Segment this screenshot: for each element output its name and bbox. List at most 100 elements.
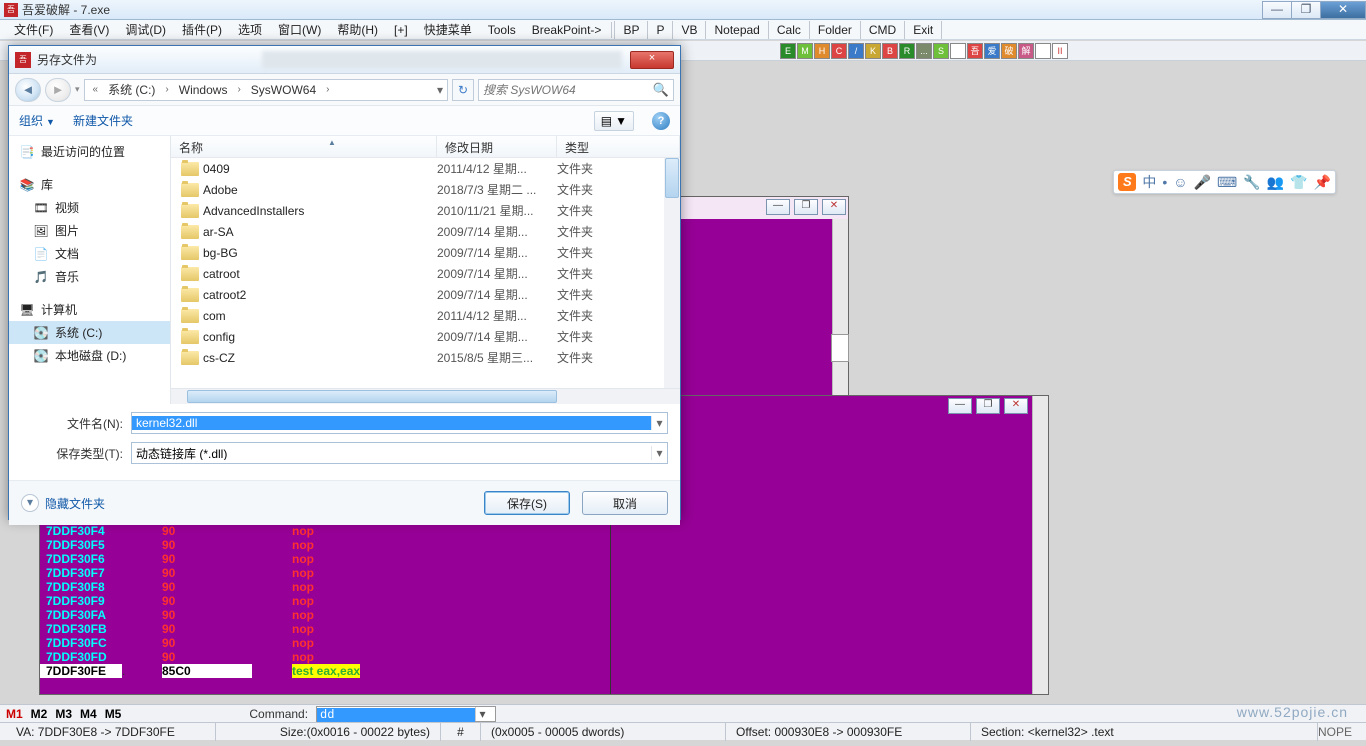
file-row[interactable]: Adobe2018/7/3 星期二 ...文件夹 [171,179,680,200]
sogou-icon[interactable]: S [1118,173,1136,191]
file-row[interactable]: config2009/7/14 星期...文件夹 [171,326,680,347]
file-list-hscrollbar[interactable] [171,388,680,404]
file-row[interactable]: com2011/4/12 星期...文件夹 [171,305,680,326]
menu-bp[interactable]: BP [614,21,648,39]
menu-plugin[interactable]: 插件(P) [174,19,230,40]
ime-toolbar[interactable]: S 中 • ☺ 🎤 ⌨ 🔧 👥 👕 📌 [1113,170,1336,194]
ime-pin-icon[interactable]: 📌 [1314,174,1331,191]
command-combo[interactable]: ▾ [316,706,496,722]
tb-icon-wu[interactable]: 吾 [967,43,983,59]
ime-emoji-icon[interactable]: ☺ [1173,174,1187,190]
dump-splitter[interactable] [831,334,849,362]
tree-item[interactable]: 📑最近访问的位置 [9,140,170,163]
nav-back-button[interactable]: ◄ [15,78,41,102]
menu-help[interactable]: 帮助(H) [329,19,386,40]
tb-icon-c[interactable]: C [831,43,847,59]
disasm-minimize-button[interactable]: — [948,398,972,414]
disasm-row[interactable]: 7DDF30F690nop [40,552,1048,566]
file-row[interactable]: 04092011/4/12 星期...文件夹 [171,158,680,179]
address-dropdown[interactable]: ▾ [437,83,443,97]
disasm-scrollbar[interactable] [1032,396,1048,694]
tb-icon-s[interactable]: S [933,43,949,59]
tb-icon-ai[interactable]: 爱 [984,43,1000,59]
chevron-right-icon[interactable]: › [233,84,244,95]
filename-dropdown[interactable]: ▾ [651,416,667,430]
organize-menu[interactable]: 组织▼ [19,112,55,129]
column-name[interactable]: 名称 [171,136,437,157]
file-row[interactable]: ar-SA2009/7/14 星期...文件夹 [171,221,680,242]
disasm-close-button[interactable]: ✕ [1004,398,1028,414]
tree-item[interactable]: 🖥计算机 [9,298,170,321]
command-input[interactable] [317,708,475,722]
disasm-row[interactable]: 7DDF30F790nop [40,566,1048,580]
help-button[interactable]: ? [652,112,670,130]
mark-m2[interactable]: M2 [31,707,48,721]
ime-skin-icon[interactable]: 👕 [1290,174,1307,191]
savetype-combo[interactable]: ▾ [131,442,668,464]
menu-debug[interactable]: 调试(D) [117,19,174,40]
disasm-row[interactable]: 7DDF30FE.85C0test eax,eax [40,664,1048,678]
disasm-row[interactable]: 7DDF30FA90nop [40,608,1048,622]
savetype-dropdown[interactable]: ▾ [651,446,667,460]
disasm-maximize-button[interactable]: ❐ [976,398,1000,414]
breadcrumb-overflow[interactable]: « [89,84,103,95]
menu-options[interactable]: 选项 [230,19,270,40]
search-input[interactable] [483,83,653,97]
minimize-button[interactable]: — [1262,1,1292,19]
menu-notepad[interactable]: Notepad [706,21,768,39]
disasm-row[interactable]: 7DDF30F590nop [40,538,1048,552]
new-folder-button[interactable]: 新建文件夹 [73,112,133,129]
save-button[interactable]: 保存(S) [484,491,570,515]
tb-icon-e[interactable]: E [780,43,796,59]
tree-item[interactable]: 🎵音乐 [9,265,170,288]
tree-item[interactable]: 🖼图片 [9,219,170,242]
tb-icon-h[interactable]: H [814,43,830,59]
menu-file[interactable]: 文件(F) [6,19,61,40]
nav-forward-button[interactable]: ► [45,78,71,102]
disasm-row[interactable]: 7DDF30FD90nop [40,650,1048,664]
breadcrumb-drive[interactable]: 系统 (C:) [106,81,157,98]
file-row[interactable]: catroot2009/7/14 星期...文件夹 [171,263,680,284]
mark-m5[interactable]: M5 [105,707,122,721]
menu-quick[interactable]: 快捷菜单 [416,19,480,40]
tb-icon-dots[interactable]: ... [916,43,932,59]
tb-icon-pause[interactable]: II [1052,43,1068,59]
chevron-right-icon[interactable]: › [161,84,172,95]
tb-icon-b[interactable]: B [882,43,898,59]
tree-item[interactable]: 💽系统 (C:) [9,321,170,344]
file-row[interactable]: AdvancedInstallers2010/11/21 星期...文件夹 [171,200,680,221]
address-bar[interactable]: « 系统 (C:) › Windows › SysWOW64 › ▾ [84,79,448,101]
menu-view[interactable]: 查看(V) [61,19,117,40]
tb-icon-blank1[interactable] [950,43,966,59]
ime-users-icon[interactable]: 👥 [1267,174,1284,191]
ime-voice-icon[interactable]: 🎤 [1194,174,1211,191]
mark-m3[interactable]: M3 [55,707,72,721]
menu-cmd[interactable]: CMD [861,21,905,39]
tree-item[interactable]: 💽本地磁盘 (D:) [9,344,170,367]
menu-tools[interactable]: Tools [480,21,524,39]
command-dropdown[interactable]: ▾ [475,707,489,721]
menu-window[interactable]: 窗口(W) [270,19,329,40]
nav-tree[interactable]: 📑最近访问的位置📚库🎞视频🖼图片📄文档🎵音乐🖥计算机💽系统 (C:)💽本地磁盘 … [9,136,171,404]
menu-vb[interactable]: VB [673,21,706,39]
breadcrumb-syswow64[interactable]: SysWOW64 [249,83,318,97]
tree-item[interactable]: 📚库 [9,173,170,196]
search-icon[interactable]: 🔍 [653,82,669,98]
menu-calc[interactable]: Calc [769,21,810,39]
dump-close-button[interactable]: ✕ [822,199,846,215]
ime-lang[interactable]: 中 [1142,172,1156,192]
file-list-body[interactable]: 04092011/4/12 星期...文件夹Adobe2018/7/3 星期二 … [171,158,680,388]
close-button[interactable]: ✕ [1320,1,1366,19]
breadcrumb-windows[interactable]: Windows [177,83,230,97]
expand-folders-button[interactable]: ▾ [21,494,39,512]
file-row[interactable]: cs-CZ2015/8/5 星期三...文件夹 [171,347,680,368]
tree-item[interactable]: 📄文档 [9,242,170,265]
nav-history-dropdown[interactable]: ▾ [75,84,80,95]
file-list-scrollbar[interactable] [664,158,680,388]
menu-exit[interactable]: Exit [905,21,942,39]
ime-punct-icon[interactable]: • [1162,174,1167,190]
tb-icon-blank2[interactable] [1035,43,1051,59]
tb-icon-r[interactable]: R [899,43,915,59]
tb-icon-k[interactable]: K [865,43,881,59]
savetype-input[interactable] [132,446,651,460]
